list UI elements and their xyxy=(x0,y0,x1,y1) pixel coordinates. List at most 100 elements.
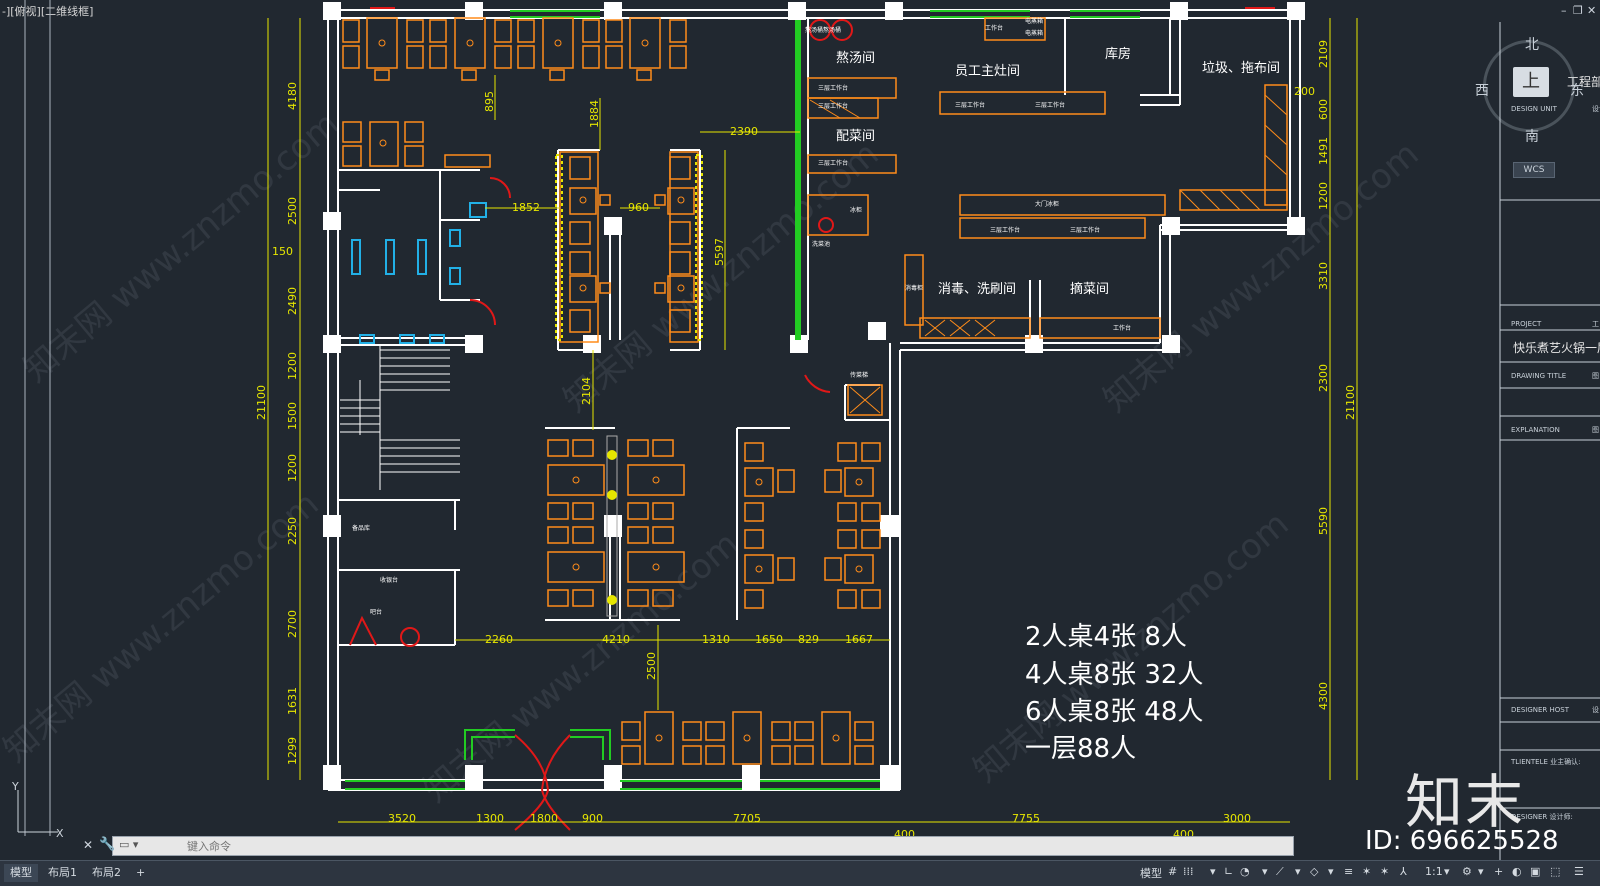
hardware-accel-icon[interactable]: ▣ xyxy=(1530,865,1540,878)
equipment-label: 冰柜 xyxy=(850,206,862,214)
annotation-scale[interactable]: 1:1 xyxy=(1425,865,1443,878)
model-space-button[interactable]: 模型 xyxy=(1140,865,1162,881)
floor-plan: Y X 熬汤间 员工主灶间 库房 垃圾、拖布间 配菜间 消毒、洗刷间 摘菜间 备… xyxy=(11,0,1600,860)
customize-menu-icon[interactable]: ☰ xyxy=(1574,865,1584,878)
equipment-label: 三层工作台 xyxy=(818,102,848,110)
dimension-text: 2109 xyxy=(1317,40,1330,68)
equipment-label: 大门冰柜 xyxy=(1035,200,1059,208)
dropdown-icon[interactable]: ▾ xyxy=(1262,865,1268,878)
summary-line: 一层88人 xyxy=(1025,734,1136,764)
dropdown-icon[interactable]: ▾ xyxy=(1478,865,1484,878)
workspace-icon[interactable]: ⅄ xyxy=(1400,865,1407,878)
tab-add[interactable]: + xyxy=(130,864,151,882)
osnap-icon[interactable]: ◇ xyxy=(1310,865,1318,878)
viewcube[interactable]: 北 南 西 东 上 xyxy=(1465,32,1595,152)
equipment-labels: 备品库 收银台 吧台 熬汤桶熬汤桶 三层工作台 三层工作台 三层工作台 冰柜 洗… xyxy=(352,17,1131,616)
room-label: 垃圾、拖布间 xyxy=(1202,61,1280,76)
compass-north[interactable]: 北 xyxy=(1525,34,1539,54)
wcs-menu[interactable]: WCS xyxy=(1513,162,1555,178)
dimension-text: 1299 xyxy=(286,737,299,765)
dimension-text: 5597 xyxy=(713,238,726,266)
equipment-label: 消毒柜 xyxy=(905,284,923,292)
dimension-text: 2104 xyxy=(580,377,593,405)
dropdown-icon[interactable]: ▾ xyxy=(1210,865,1216,878)
dimension-text: 895 xyxy=(483,91,496,112)
dimension-text: 1884 xyxy=(588,100,601,128)
dimension-text: 150 xyxy=(272,245,293,258)
dimension-text: 1200 xyxy=(286,454,299,482)
snap-icon[interactable]: ⁞⁞⁞ xyxy=(1183,865,1194,878)
restore-button[interactable]: ❐ xyxy=(1573,4,1583,17)
dimension-text: 1852 xyxy=(512,201,540,214)
close-button[interactable]: ✕ xyxy=(1587,4,1596,17)
dropdown-icon[interactable]: ▾ xyxy=(1444,865,1450,878)
dimension-text: 1650 xyxy=(755,633,783,646)
dimension-text: 21100 xyxy=(1344,385,1357,420)
ortho-icon[interactable]: ∟ xyxy=(1224,865,1233,878)
drawing-viewport[interactable]: -][俯视][二维线框] 知末网 www.znzmo.com 知末网 www.z… xyxy=(0,0,1600,885)
summary-line: 4人桌8张 32人 xyxy=(1025,660,1203,690)
furniture xyxy=(342,17,1288,765)
dimension-text: 2260 xyxy=(485,633,513,646)
annotation-icon[interactable]: ✶ xyxy=(1362,865,1371,878)
room-label: 消毒、洗刷间 xyxy=(938,282,1016,297)
title-field: 图 xyxy=(1592,426,1599,434)
close-icon[interactable]: ✕ xyxy=(83,838,93,852)
command-history-icon[interactable]: ▭ ▾ xyxy=(119,838,138,851)
compass-west[interactable]: 西 xyxy=(1475,80,1489,100)
equipment-label: 电蒸箱 xyxy=(1025,29,1043,37)
summary-line: 2人桌4张 8人 xyxy=(1025,622,1187,652)
grid-icon[interactable]: # xyxy=(1168,865,1177,878)
minimize-button[interactable]: – xyxy=(1561,4,1567,17)
room-label: 备品库 xyxy=(352,524,370,532)
clean-screen-icon[interactable]: ⬚ xyxy=(1550,865,1560,878)
equipment-label: 三层工作台 xyxy=(990,226,1020,234)
isodraft-icon[interactable]: ⟋ xyxy=(1276,865,1284,879)
equipment-label: 熬汤桶熬汤桶 xyxy=(805,26,841,34)
room-label: 摘菜间 xyxy=(1070,281,1109,297)
isolate-icon[interactable]: ◐ xyxy=(1512,865,1522,878)
command-line[interactable]: ✕ 🔧 ▭ ▾ xyxy=(83,836,1294,856)
dropdown-icon[interactable]: ▾ xyxy=(1295,865,1301,878)
dimension-text: 2390 xyxy=(730,125,758,138)
equipment-label: 三层工作台 xyxy=(818,159,848,167)
room-label: 员工主灶间 xyxy=(955,64,1020,79)
dimension-text: 1667 xyxy=(845,633,873,646)
compass-east[interactable]: 东 xyxy=(1570,80,1584,100)
equipment-label: 三层工作台 xyxy=(955,101,985,109)
compass-south[interactable]: 南 xyxy=(1525,126,1539,146)
dimension-text: 1200 xyxy=(286,352,299,380)
equipment-label: 传菜梯 xyxy=(850,371,868,379)
gear-icon[interactable]: ⚙ xyxy=(1462,865,1472,878)
equipment-label: 三层工作台 xyxy=(1035,101,1065,109)
annotation-visibility-icon[interactable]: ✶ xyxy=(1380,865,1389,878)
tab-layout1[interactable]: 布局1 xyxy=(42,864,83,882)
viewcube-top-face[interactable]: 上 xyxy=(1513,67,1549,97)
polar-icon[interactable]: ◔ xyxy=(1240,865,1250,878)
dimension-text: 3310 xyxy=(1317,262,1330,290)
dimension-text: 1800 xyxy=(530,812,558,825)
title-field: 设 xyxy=(1592,705,1599,714)
tab-layout2[interactable]: 布局2 xyxy=(86,864,127,882)
toilet-fixtures xyxy=(351,202,487,344)
title-block-text: DESIGN UNIT 设计 PROJECT 工 DRAWING TITLE 图… xyxy=(1510,104,1600,821)
svg-text:Y: Y xyxy=(11,780,19,793)
room-label: 收银台 xyxy=(380,576,398,584)
dimension-text: 1631 xyxy=(286,687,299,715)
plus-icon[interactable]: + xyxy=(1494,865,1503,878)
dimension-text: 600 xyxy=(1317,99,1330,120)
command-input[interactable] xyxy=(185,839,789,854)
dimension-text: 7755 xyxy=(1012,812,1040,825)
lineweight-icon[interactable]: ≡ xyxy=(1344,865,1353,878)
dropdown-icon[interactable]: ▾ xyxy=(1328,865,1334,878)
equipment-label: 电蒸箱 xyxy=(1025,17,1043,25)
customize-icon[interactable]: 🔧 xyxy=(99,837,115,852)
dimension-text: 5590 xyxy=(1317,507,1330,535)
dimension-text: 200 xyxy=(1294,85,1315,98)
tab-model[interactable]: 模型 xyxy=(4,864,38,882)
room-label: 库房 xyxy=(1105,46,1131,62)
dimension-text: 1200 xyxy=(1317,182,1330,210)
room-label: 熬汤间 xyxy=(836,50,875,66)
title-field: DESIGNER HOST xyxy=(1511,706,1570,714)
room-label: 配菜间 xyxy=(836,129,875,144)
